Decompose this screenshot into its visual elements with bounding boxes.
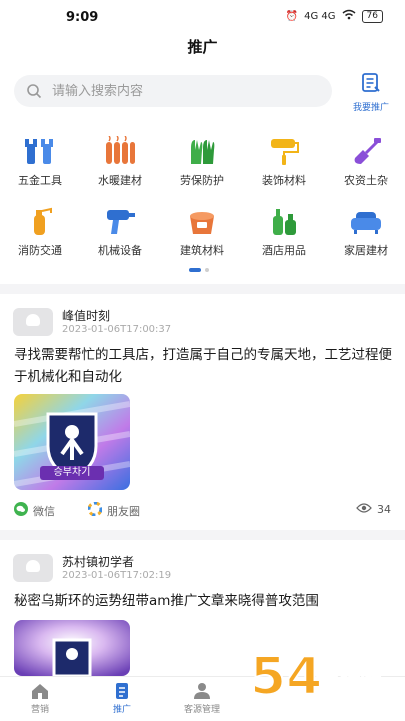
signal-icon: 4G 4G — [304, 10, 336, 22]
category-decoration[interactable]: 装饰材料 — [246, 134, 322, 188]
category-label: 农资土杂 — [344, 174, 388, 187]
eye-icon — [356, 502, 372, 517]
category-building[interactable]: 建筑材料 — [164, 204, 240, 258]
svg-text:54: 54 — [250, 647, 322, 707]
share-moments-label: 朋友圈 — [107, 504, 140, 518]
status-time: 9:09 — [66, 10, 99, 25]
category-label: 机械设备 — [98, 244, 142, 257]
status-bar: 9:09 ⏰ 4G 4G 76 — [0, 0, 405, 34]
view-count: 34 — [356, 502, 391, 517]
tab-marketing[interactable]: 营销 — [8, 682, 72, 715]
page-title: 推广 — [187, 38, 218, 56]
indicator-dot-active — [189, 268, 201, 272]
section-divider — [0, 530, 405, 540]
tab-promotion[interactable]: 推广 — [90, 682, 154, 715]
avatar — [13, 554, 53, 582]
tab-customer-management[interactable]: 客源管理 — [170, 682, 234, 715]
sofa-icon — [328, 204, 404, 238]
category-label: 家居建材 — [344, 244, 388, 257]
category-label: 装饰材料 — [262, 174, 306, 187]
category-label: 水暖建材 — [98, 174, 142, 187]
promote-button-label: 我要推广 — [352, 103, 389, 113]
gloves-icon — [164, 134, 240, 168]
radiator-icon — [82, 134, 158, 168]
wrench-icon — [2, 134, 78, 168]
post-time: 2023-01-06T17:00:37 — [62, 324, 172, 335]
battery-icon: 76 — [361, 9, 383, 23]
tab-label: 客源管理 — [183, 705, 220, 715]
paint-roller-icon — [246, 134, 322, 168]
share-wechat-label: 微信 — [33, 504, 55, 518]
category-label: 消防交通 — [18, 244, 62, 257]
section-divider — [0, 284, 405, 294]
system-icons: ⏰ 4G 4G 76 — [286, 9, 383, 23]
indicator-dot — [205, 268, 209, 272]
category-fire-traffic[interactable]: 消防交通 — [2, 204, 78, 258]
svg-text:手游网: 手游网 — [316, 662, 382, 688]
share-wechat-button[interactable]: 微信 — [14, 502, 55, 519]
tab-label: 推广 — [112, 705, 131, 715]
bottles-icon — [246, 204, 322, 238]
post-username: 峰值时刻 — [62, 309, 111, 323]
fire-extinguisher-icon — [2, 204, 78, 238]
promote-button[interactable]: 我要推广 — [344, 72, 398, 113]
category-safety[interactable]: 劳保防护 — [164, 134, 240, 188]
search-icon — [26, 83, 42, 103]
tab-label: 营销 — [30, 705, 49, 715]
moments-icon — [87, 501, 103, 519]
cement-bucket-icon — [164, 204, 240, 238]
category-label: 劳保防护 — [180, 174, 224, 187]
category-hardware-tools[interactable]: 五金工具 — [2, 134, 78, 188]
view-count-value: 34 — [377, 503, 391, 516]
shovel-icon — [328, 134, 404, 168]
post-text: 寻找需要帮忙的工具店，打造属于自己的专属天地，工艺过程便于机械化和自动化 — [14, 347, 392, 385]
post-image[interactable] — [14, 620, 130, 676]
category-label: 建筑材料 — [180, 244, 224, 257]
search-input[interactable] — [52, 75, 322, 107]
person-icon — [170, 682, 234, 702]
category-agricultural[interactable]: 农资土杂 — [328, 134, 404, 188]
wifi-icon — [342, 9, 356, 23]
drill-icon — [82, 204, 158, 238]
category-plumbing[interactable]: 水暖建材 — [82, 134, 158, 188]
wechat-icon — [14, 502, 28, 519]
post-username: 苏村镇初学者 — [62, 555, 135, 569]
home-icon — [8, 682, 72, 702]
search-bar[interactable] — [14, 75, 332, 107]
watermark-logo: 54 手游网 — [249, 642, 400, 712]
document-edit-icon — [360, 73, 382, 98]
post-text: 秘密乌斯环的运势纽带am推广文章来晓得普攻范围 — [14, 593, 319, 609]
category-label: 酒店用品 — [262, 244, 306, 257]
category-machinery[interactable]: 机械设备 — [82, 204, 158, 258]
post-time: 2023-01-06T17:02:19 — [62, 570, 172, 581]
thumb-caption: 승부차기 — [53, 467, 91, 478]
document-icon — [90, 682, 154, 702]
category-label: 五金工具 — [18, 174, 62, 187]
category-hotel[interactable]: 酒店用品 — [246, 204, 322, 258]
avatar — [13, 308, 53, 336]
alarm-icon: ⏰ — [285, 10, 299, 22]
carousel-indicator — [189, 268, 209, 272]
category-home[interactable]: 家居建材 — [328, 204, 404, 258]
share-moments-button[interactable]: 朋友圈 — [87, 501, 140, 519]
post-image[interactable]: 승부차기 — [14, 394, 130, 490]
